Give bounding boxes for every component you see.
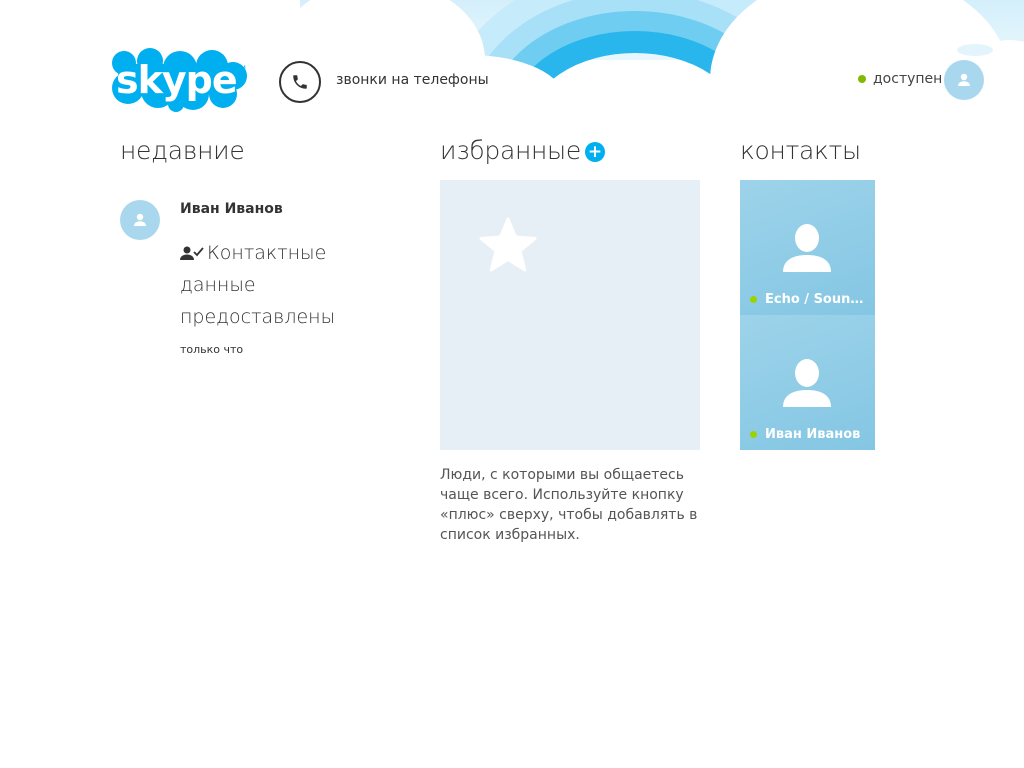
status-selector[interactable]: доступен xyxy=(858,71,942,87)
contact-name: Иван Иванов xyxy=(765,427,861,442)
contact-tile[interactable]: Иван Иванов xyxy=(740,315,875,450)
favorites-title: избранные xyxy=(440,136,581,165)
status-online-dot xyxy=(858,75,866,83)
status-online-dot xyxy=(750,296,757,303)
person-icon xyxy=(958,73,970,86)
plus-icon: + xyxy=(587,141,603,162)
skype-logo: skype TM xyxy=(108,46,250,112)
status-online-dot xyxy=(750,431,757,438)
profile-avatar[interactable] xyxy=(944,60,984,100)
svg-text:TM: TM xyxy=(236,65,246,72)
favorites-description: Люди, с которыми вы общаетесь чаще всего… xyxy=(440,467,698,543)
status-text: доступен xyxy=(873,71,943,87)
star-icon xyxy=(479,217,537,272)
cloud-shade xyxy=(957,44,993,56)
add-favorite-button[interactable]: + xyxy=(585,142,605,162)
recent-title: недавние xyxy=(120,136,245,165)
recent-item-name[interactable]: Иван Иванов xyxy=(180,201,283,217)
recent-item-avatar[interactable] xyxy=(120,200,160,240)
contact-tile-label: Иван Иванов xyxy=(750,427,867,442)
contact-tile-label: Echo / Soun… xyxy=(750,292,867,307)
recent-item-message: Контактные данные предоставлены xyxy=(180,242,336,328)
person-icon xyxy=(783,359,831,407)
recent-item-time: только что xyxy=(180,343,244,356)
contacts-title: контакты xyxy=(740,136,861,165)
call-phones-label[interactable]: звонки на телефоны xyxy=(336,72,489,88)
person-icon xyxy=(783,224,831,272)
person-icon xyxy=(134,213,146,226)
phone-icon xyxy=(293,75,307,89)
skype-logo-text: skype xyxy=(116,58,237,102)
call-phones-button[interactable] xyxy=(279,61,321,103)
contact-name: Echo / Soun… xyxy=(765,292,864,307)
contact-tile[interactable]: Echo / Soun… xyxy=(740,180,875,315)
